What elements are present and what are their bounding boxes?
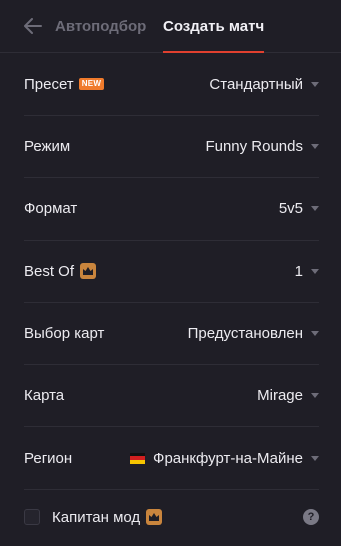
row-mode: Режим Funny Rounds	[24, 116, 319, 179]
settings-list: Пресет NEW Стандартный Режим Funny Round…	[0, 53, 341, 545]
tab-create-match[interactable]: Создать матч	[163, 0, 265, 53]
map-label: Карта	[24, 387, 65, 405]
preset-label: Пресет	[24, 75, 74, 93]
best-of-dropdown[interactable]: 1	[295, 263, 319, 280]
caret-down-icon	[311, 144, 319, 150]
caret-down-icon	[311, 331, 319, 337]
row-format: Формат 5v5	[24, 178, 319, 241]
preset-label-wrap: Пресет NEW	[24, 75, 105, 93]
row-map: Карта Mirage	[24, 365, 319, 428]
caret-down-icon	[311, 393, 319, 399]
row-preset: Пресет NEW Стандартный	[24, 53, 319, 116]
map-selection-value: Предустановлен	[187, 325, 303, 343]
preset-dropdown[interactable]: Стандартный	[209, 76, 319, 93]
format-label: Формат	[24, 200, 78, 218]
crown-icon	[80, 263, 97, 280]
row-map-selection: Выбор карт Предустановлен	[24, 303, 319, 366]
preset-value: Стандартный	[209, 75, 303, 93]
row-region: Регион Франкфурт-на-Майне	[24, 427, 319, 490]
germany-flag-icon	[130, 452, 146, 464]
region-value: Франкфурт-на-Майне	[153, 449, 303, 467]
back-arrow-icon[interactable]	[22, 15, 44, 37]
caret-down-icon	[311, 206, 319, 212]
mode-value: Funny Rounds	[205, 138, 303, 156]
new-badge: NEW	[78, 78, 105, 90]
caret-down-icon	[311, 268, 319, 274]
captain-mode-label: Капитан мод	[52, 508, 141, 526]
format-value: 5v5	[278, 200, 303, 218]
best-of-label-wrap: Best Of	[24, 262, 97, 280]
mode-label: Режим	[24, 138, 71, 156]
format-dropdown[interactable]: 5v5	[279, 200, 319, 217]
mode-dropdown[interactable]: Funny Rounds	[205, 138, 319, 155]
tab-autopick[interactable]: Автоподбор	[55, 0, 146, 52]
captain-mode-checkbox[interactable]	[24, 509, 40, 526]
region-label: Регион	[24, 449, 73, 467]
best-of-value: 1	[294, 262, 303, 280]
crown-icon	[146, 509, 163, 526]
map-selection-label: Выбор карт	[24, 325, 105, 343]
header: Автоподбор Создать матч	[0, 0, 341, 53]
row-best-of: Best Of 1	[24, 241, 319, 303]
map-value: Mirage	[257, 387, 303, 405]
map-selection-dropdown[interactable]: Предустановлен	[188, 325, 319, 342]
region-dropdown[interactable]: Франкфурт-на-Майне	[130, 450, 319, 467]
help-icon[interactable]: ?	[303, 509, 319, 526]
caret-down-icon	[311, 81, 319, 87]
best-of-label: Best Of	[24, 262, 75, 280]
captain-label-wrap: Капитан мод	[24, 508, 163, 526]
map-dropdown[interactable]: Mirage	[257, 387, 319, 404]
row-captain-mode: Капитан мод ?	[24, 490, 319, 545]
caret-down-icon	[311, 455, 319, 461]
